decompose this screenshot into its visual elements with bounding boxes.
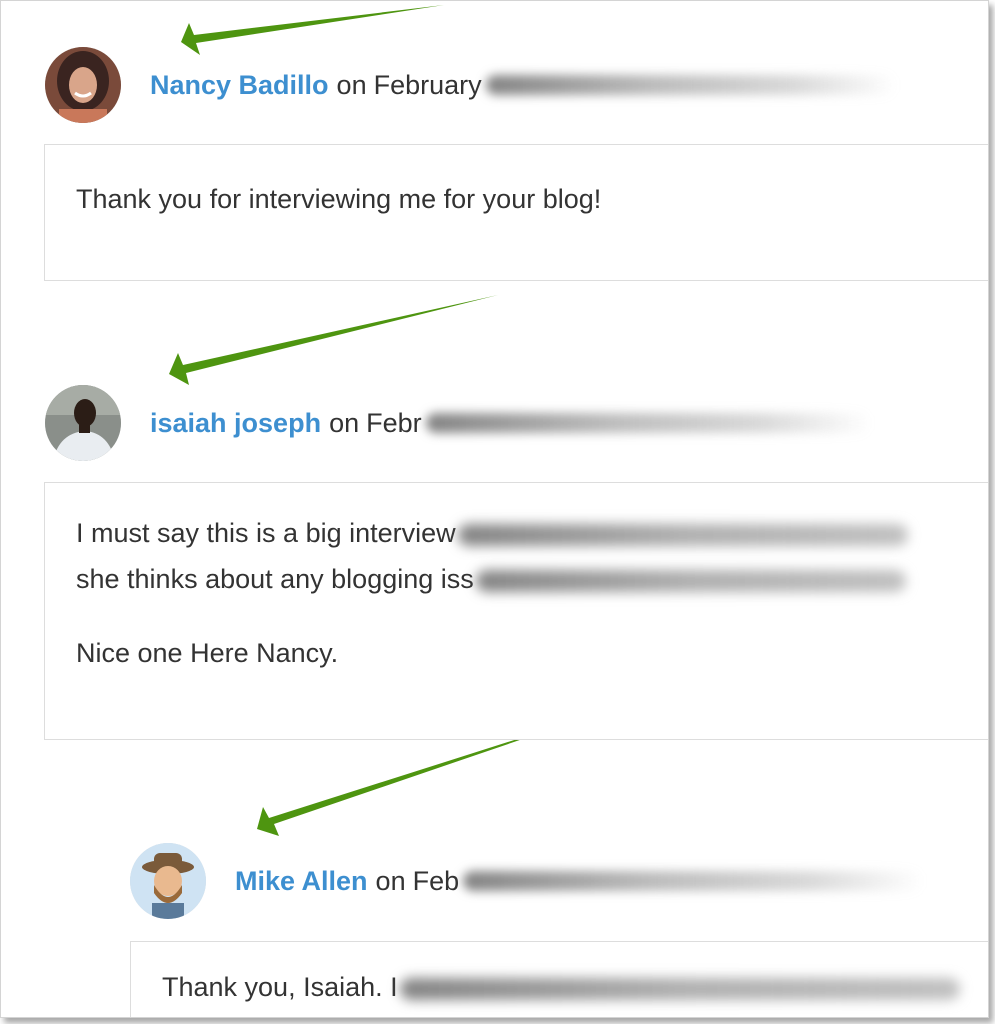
blurred-date [463, 871, 924, 891]
on-label: on [329, 407, 360, 438]
comment-text-line: Thank you, Isaiah. I [162, 964, 988, 1010]
comment-header: Nancy Badillo on February [45, 47, 896, 123]
avatar[interactable] [45, 385, 121, 461]
blurred-text [475, 569, 906, 592]
blurred-date [485, 75, 896, 95]
author-link[interactable]: isaiah joseph [150, 408, 321, 439]
comment-text: Thank you, Isaiah. I [162, 972, 398, 1002]
comment-header: isaiah joseph on Febr [45, 385, 871, 461]
on-label: on [375, 865, 406, 896]
comment-date: Feb [412, 865, 460, 896]
comment-text: she thinks about any blogging iss [76, 564, 474, 594]
blurred-text [399, 977, 960, 1000]
avatar[interactable] [130, 843, 206, 919]
author-link[interactable]: Mike Allen [235, 866, 368, 897]
on-label: on [336, 69, 367, 100]
comment-date: Febr [366, 407, 422, 438]
comment-text: I must say this is a big interview [76, 518, 456, 548]
comment-body: Thank you, Isaiah. I [130, 941, 988, 1017]
comment-text: Thank you for interviewing me for your b… [76, 184, 602, 214]
arrow-2 [169, 295, 498, 385]
comment-text-line: she thinks about any blogging iss [76, 556, 988, 602]
author-link[interactable]: Nancy Badillo [150, 70, 329, 101]
comment-date: February [373, 69, 482, 100]
blurred-date [425, 413, 871, 433]
comments-screenshot: Nancy Badillo on February Thank you for … [0, 0, 989, 1018]
comment-body: I must say this is a big interview she t… [44, 482, 988, 740]
avatar[interactable] [45, 47, 121, 123]
comment-body: Thank you for interviewing me for your b… [44, 144, 988, 281]
blurred-text [457, 523, 908, 546]
comment-text-line: I must say this is a big interview [76, 510, 988, 556]
comment-header: Mike Allen on Feb [130, 843, 924, 919]
comment-text: Nice one Here Nancy. [76, 638, 339, 668]
